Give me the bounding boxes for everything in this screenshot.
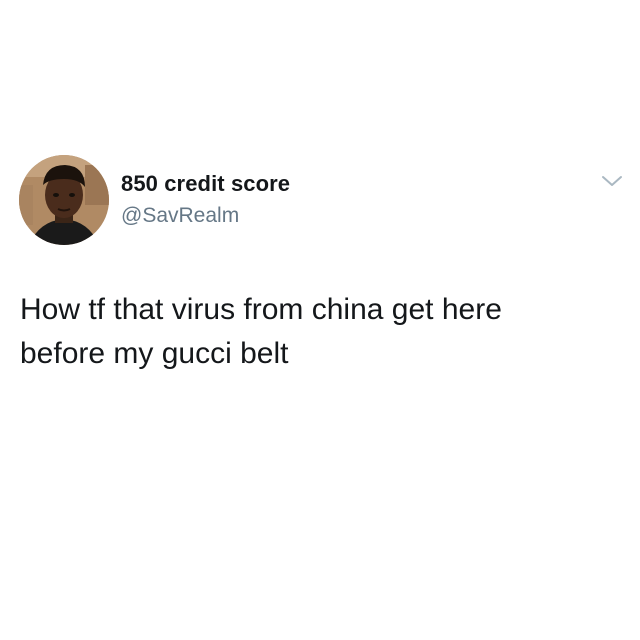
tweet-text: How tf that virus from china get here be… xyxy=(20,288,620,376)
tweet-card: 850 credit score @SavRealm How tf that v… xyxy=(0,0,640,640)
avatar[interactable] xyxy=(19,155,109,245)
author-handle[interactable]: @SavRealm xyxy=(121,204,239,228)
chevron-down-icon[interactable] xyxy=(600,172,624,190)
author-display-name[interactable]: 850 credit score xyxy=(121,171,290,197)
tweet-text-line: How tf that virus from china get here xyxy=(20,293,502,326)
avatar-image xyxy=(19,155,109,245)
tweet-text-line: before my gucci belt xyxy=(20,337,289,370)
